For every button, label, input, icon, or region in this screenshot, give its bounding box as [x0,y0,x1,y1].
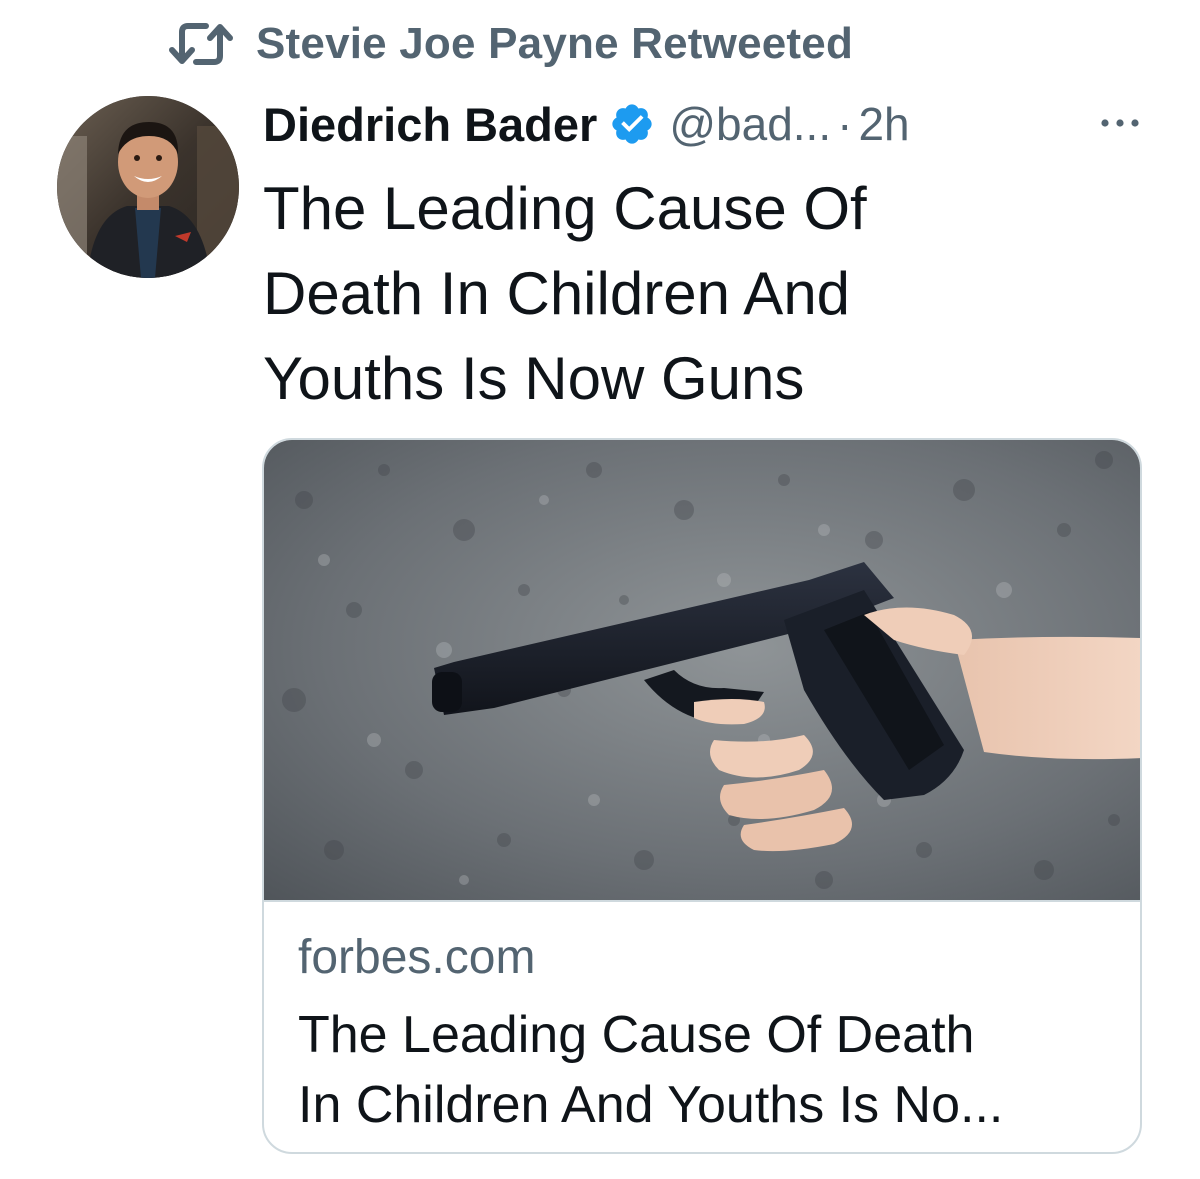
author-name[interactable]: Diedrich Bader [263,97,597,152]
tweet-text-line: Death In Children And [263,260,851,327]
avatar[interactable] [57,96,239,278]
tweet-header: Diedrich Bader @bad... · 2h [263,92,910,156]
dot-separator: · [837,98,853,150]
tweet-text-line: Youths Is Now Guns [263,345,805,412]
card-title-line: The Leading Cause Of Death [298,1006,975,1064]
card-image[interactable] [264,440,1140,900]
tweet-text-line: The Leading Cause Of [263,175,867,242]
verified-badge-icon [609,101,655,147]
retweet-icon [168,20,234,68]
tweet-timestamp[interactable]: 2h [858,97,909,151]
retweeted-by-label: Stevie Joe Payne Retweeted [256,19,854,68]
more-options-button[interactable] [1096,104,1144,144]
card-divider [264,900,1140,902]
link-preview-card[interactable]: forbes.com The Leading Cause Of Death In… [262,438,1142,1154]
card-domain: forbes.com [298,931,536,984]
author-handle[interactable]: @bad... [669,97,831,151]
more-options-icon [1100,115,1140,133]
card-title-line: In Children And Youths Is No... [298,1076,1004,1134]
tweet-text: The Leading Cause Of Death In Children A… [263,166,1023,421]
retweet-context[interactable]: Stevie Joe Payne Retweeted [168,14,853,74]
card-title: The Leading Cause Of Death In Children A… [298,1000,1098,1140]
